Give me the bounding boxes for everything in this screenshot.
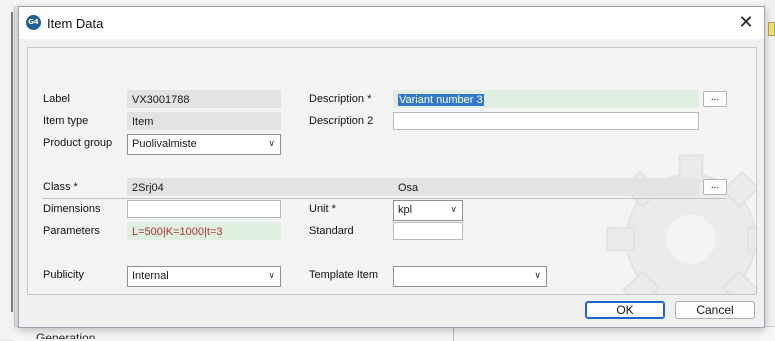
chevron-down-icon: ∨ xyxy=(450,205,457,215)
product-group-select[interactable]: Puolivalmiste ∨ xyxy=(127,134,281,155)
product-group-value: Puolivalmiste xyxy=(132,138,197,150)
class-name-field: Osa xyxy=(393,178,699,196)
background-tab-marker xyxy=(768,22,775,36)
product-group-caption: Product group xyxy=(43,137,113,149)
class-field: 2Srj04 xyxy=(127,178,393,196)
publicity-value: Internal xyxy=(132,270,169,282)
parameters-input[interactable]: L=500|K=1000|t=3 xyxy=(127,222,281,240)
label-caption: Label xyxy=(43,93,70,105)
template-item-select[interactable]: ∨ xyxy=(393,266,547,287)
unit-caption: Unit * xyxy=(309,203,336,215)
gear-watermark-icon xyxy=(606,154,756,294)
chevron-down-icon: ∨ xyxy=(268,139,275,149)
dialog-titlebar[interactable]: G4 Item Data ✕ xyxy=(19,7,764,39)
cancel-button[interactable]: Cancel xyxy=(675,301,755,319)
class-browse-button[interactable]: ... xyxy=(703,179,727,195)
description-selected-text: Variant number 3 xyxy=(398,94,484,106)
template-item-caption: Template Item xyxy=(309,269,379,281)
form-panel: Label VX3001788 Description * Variant nu… xyxy=(27,47,757,295)
section-divider xyxy=(42,198,726,199)
background-app-left-strip xyxy=(0,0,15,340)
description-browse-button[interactable]: ... xyxy=(703,91,727,107)
description2-caption: Description 2 xyxy=(309,115,374,127)
description-field[interactable]: Variant number 3 xyxy=(393,90,699,108)
dimensions-input[interactable] xyxy=(127,200,281,218)
ok-button[interactable]: OK xyxy=(585,301,665,319)
unit-value: kpl xyxy=(398,204,413,216)
item-type-caption: Item type xyxy=(43,115,89,127)
app-logo-icon: G4 xyxy=(26,15,41,30)
item-type-field: Item xyxy=(127,112,281,130)
description-caption: Description * xyxy=(309,93,372,105)
background-splitter xyxy=(11,12,13,312)
standard-input[interactable] xyxy=(393,222,463,240)
class-caption: Class * xyxy=(43,181,78,193)
chevron-down-icon: ∨ xyxy=(534,271,541,281)
unit-select[interactable]: kpl ∨ xyxy=(393,200,463,221)
standard-caption: Standard xyxy=(309,225,354,237)
chevron-down-icon: ∨ xyxy=(268,271,275,281)
parameters-caption: Parameters xyxy=(43,225,100,237)
publicity-select[interactable]: Internal ∨ xyxy=(127,266,281,287)
item-data-dialog: G4 Item Data ✕ Label VX3001788 Descripti… xyxy=(18,6,765,328)
background-partial-text: Generation xyxy=(36,331,96,339)
label-field: VX3001788 xyxy=(127,90,281,108)
publicity-caption: Publicity xyxy=(43,269,84,281)
dimensions-caption: Dimensions xyxy=(43,203,101,215)
dialog-title: Item Data xyxy=(47,16,104,31)
background-app-bottom-strip: Generation xyxy=(14,326,775,341)
close-button[interactable]: ✕ xyxy=(736,13,756,33)
background-divider xyxy=(453,327,454,341)
description2-input[interactable] xyxy=(393,112,699,130)
